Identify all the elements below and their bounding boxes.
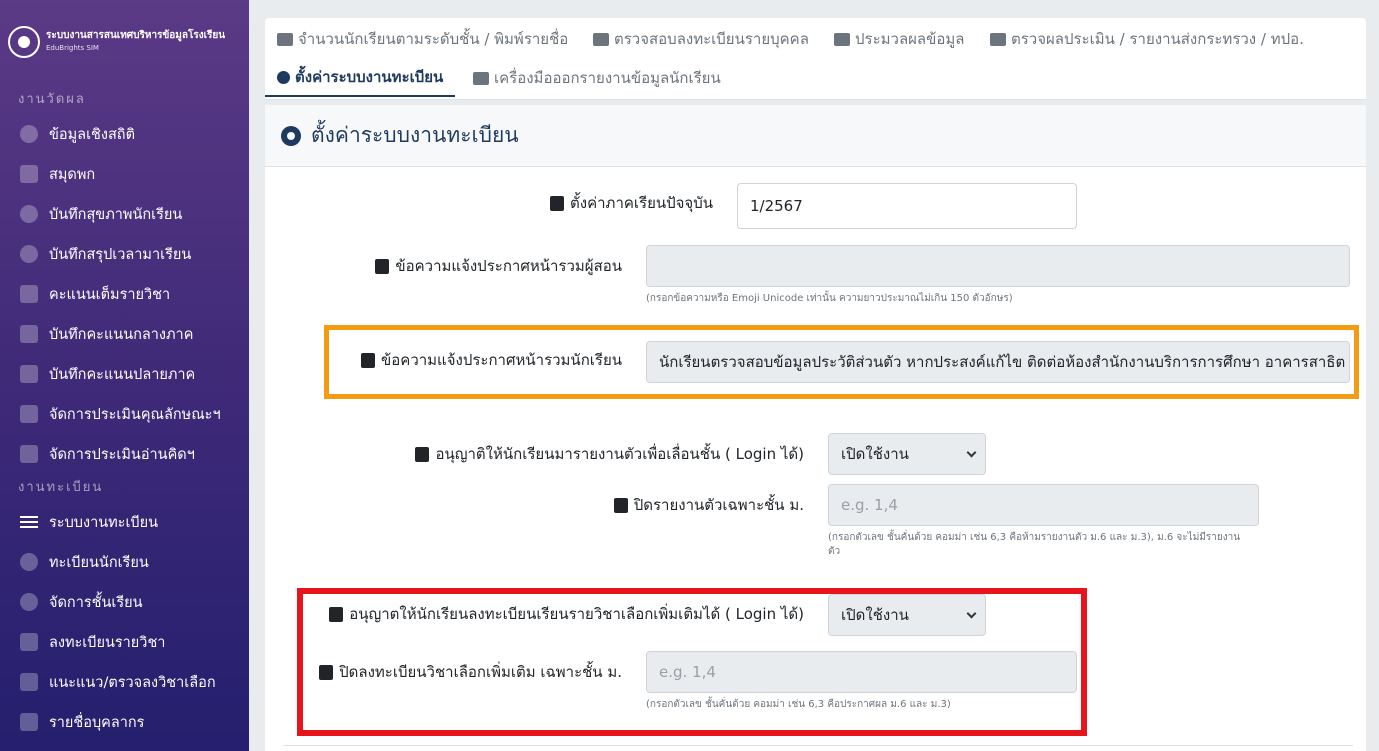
sidebar-item-label: จัดการชั้นเรียน — [49, 594, 143, 611]
teacher-announce-input[interactable] — [646, 245, 1350, 287]
teacher-announce-label: ข้อความแจ้งประกาศหน้ารวมผู้สอน — [300, 255, 622, 277]
tab-report-tools[interactable]: เครื่องมือออกรายงานข้อมูลนักเรียน — [473, 59, 721, 97]
semester-label: ตั้งค่าภาคเรียนปัจจุบัน — [480, 192, 713, 214]
sidebar-item-registration-system[interactable]: ระบบงานทะเบียน — [0, 502, 249, 542]
sidebar-item-health[interactable]: บันทึกสุขภาพนักเรียน — [0, 194, 249, 234]
id-card-icon — [593, 32, 609, 46]
tab-student-count[interactable]: จำนวนนักเรียนตามระดับชั้น / พิมพ์รายชื่อ — [277, 20, 568, 58]
brand[interactable]: ระบบงานสารสนเทศบริหารข้อมูลโรงเรียน EduB… — [0, 0, 249, 84]
tab-process-data[interactable]: ประมวลผลข้อมูล — [834, 20, 964, 58]
sidebar-item-characteristics[interactable]: จัดการประเมินคุณลักษณะฯ — [0, 394, 249, 434]
file-icon — [415, 446, 430, 462]
sidebar-item-midterm[interactable]: บันทึกคะแนนกลางภาค — [0, 314, 249, 354]
atom-logo-icon — [8, 26, 40, 58]
highlight-box-red — [297, 588, 1087, 736]
pie-chart-icon — [20, 125, 38, 143]
users-icon — [277, 32, 293, 46]
tab-assessment-report[interactable]: ตรวจผลประเมิน / รายงานส่งกระทรวง / ทปอ. — [990, 20, 1304, 58]
panel-header: ตั้งค่าระบบงานทะเบียน — [265, 105, 1366, 167]
tab-bar: จำนวนนักเรียนตามระดับชั้น / พิมพ์รายชื่อ… — [265, 18, 1366, 100]
brand-title: ระบบงานสารสนเทศบริหารข้อมูลโรงเรียน — [46, 30, 226, 41]
tab-label: ตรวจสอบลงทะเบียนรายบุคคล — [614, 30, 809, 48]
megaphone-icon — [375, 258, 390, 274]
book-icon — [20, 365, 38, 383]
tab-label: ตั้งค่าระบบงานทะเบียน — [295, 68, 444, 86]
shield-icon — [20, 205, 38, 223]
sidebar-item-reading[interactable]: จัดการประเมินอ่านคิดฯ — [0, 434, 249, 474]
calendar-icon — [550, 195, 565, 211]
sidebar-item-label: จัดการประเมินคุณลักษณะฯ — [49, 406, 221, 423]
shield-icon — [20, 245, 38, 263]
sidebar-item-guidance[interactable]: แนะแนว/ตรวจลงวิชาเลือก — [0, 662, 249, 702]
page-title: ตั้งค่าระบบงานทะเบียน — [311, 123, 519, 147]
id-badge-icon — [20, 713, 38, 731]
tab-label: ประมวลผลข้อมูล — [855, 30, 965, 48]
checklist-icon — [20, 633, 38, 651]
brand-subtitle: EduBrights SIM — [46, 44, 99, 52]
sidebar-item-label: รายชื่อบุคลากร — [49, 714, 145, 731]
sidebar-item-full-score[interactable]: คะแนนเต็มรายวิชา — [0, 274, 249, 314]
teacher-announce-help: (กรอกข้อความหรือ Emoji Unicode เท่านั้น … — [646, 293, 1013, 304]
tab-label: จำนวนนักเรียนตามระดับชั้น / พิมพ์รายชื่อ — [298, 30, 569, 48]
book-icon — [20, 325, 38, 343]
sidebar-item-student-registry[interactable]: ทะเบียนนักเรียน — [0, 542, 249, 582]
sidebar-item-label: บันทึกคะแนนปลายภาค — [49, 366, 196, 383]
gear-icon — [277, 70, 290, 84]
tab-individual-check[interactable]: ตรวจสอบลงทะเบียนรายบุคคล — [593, 20, 809, 58]
sidebar: ระบบงานสารสนเทศบริหารข้อมูลโรงเรียน EduB… — [0, 0, 249, 751]
section-label-measurement: งานวัดผล — [18, 92, 86, 107]
face-icon — [20, 553, 38, 571]
sidebar-item-attendance[interactable]: บันทึกสรุปเวลามาเรียน — [0, 234, 249, 274]
sidebar-item-label: บันทึกสุขภาพนักเรียน — [49, 206, 183, 223]
sidebar-item-label: บันทึกสรุปเวลามาเรียน — [49, 246, 192, 263]
gear-icon — [281, 125, 301, 146]
sidebar-item-label: ระบบงานทะเบียน — [49, 514, 159, 531]
sidebar-item-label: แนะแนว/ตรวจลงวิชาเลือก — [49, 674, 216, 691]
sidebar-item-label: ข้อมูลเชิงสถิติ — [49, 126, 135, 143]
sidebar-item-label: ทะเบียนนักเรียน — [49, 554, 149, 571]
users-icon — [20, 593, 38, 611]
sidebar-item-label: คะแนนเต็มรายวิชา — [49, 286, 171, 303]
sidebar-item-final[interactable]: บันทึกคะแนนปลายภาค — [0, 354, 249, 394]
sidebar-item-classes[interactable]: จัดการชั้นเรียน — [0, 582, 249, 622]
calculator-icon — [834, 32, 850, 46]
edit-list-icon — [613, 497, 628, 513]
print-icon — [473, 71, 489, 85]
report-close-label: ปิดรายงานตัวเฉพาะชั้น ม. — [560, 494, 804, 516]
sidebar-item-course-registration[interactable]: ลงทะเบียนรายวิชา — [0, 622, 249, 662]
sidebar-item-label: บันทึกคะแนนกลางภาค — [49, 326, 194, 343]
divider — [283, 745, 1353, 746]
section-label-registration: งานทะเบียน — [18, 480, 104, 495]
book-icon — [20, 405, 38, 423]
list-icon — [20, 513, 38, 531]
highlight-box-orange — [324, 325, 1359, 399]
semester-input[interactable]: 1/2567 — [737, 183, 1077, 229]
tab-registration-settings[interactable]: ตั้งค่าระบบงานทะเบียน — [265, 59, 456, 97]
sidebar-item-label: จัดการประเมินอ่านคิดฯ — [49, 446, 195, 463]
sidebar-item-staff[interactable]: รายชื่อบุคลากร — [0, 702, 249, 742]
tab-label: เครื่องมือออกรายงานข้อมูลนักเรียน — [494, 69, 721, 87]
book-icon — [20, 445, 38, 463]
table-icon — [990, 32, 1006, 46]
star-icon — [20, 673, 38, 691]
sidebar-item-statistics[interactable]: ข้อมูลเชิงสถิติ — [0, 114, 249, 154]
tab-label: ตรวจผลประเมิน / รายงานส่งกระทรวง / ทปอ. — [1011, 30, 1304, 48]
report-close-input[interactable]: e.g. 1,4 — [828, 484, 1259, 526]
book-icon — [20, 165, 38, 183]
sidebar-item-label: สมุดพก — [49, 166, 96, 183]
report-allow-label: อนุญาติให้นักเรียนมารายงานตัวเพื่อเลื่อน… — [330, 443, 804, 465]
chevron-down-icon — [966, 447, 977, 457]
report-close-help: (กรอกตัวเลข ชั้นคั่นด้วย คอมม่า เช่น 6,3… — [828, 532, 1241, 557]
sidebar-item-label: ลงทะเบียนรายวิชา — [49, 634, 166, 651]
report-allow-select[interactable]: เปิดใช้งาน — [828, 433, 986, 475]
sidebar-item-report-book[interactable]: สมุดพก — [0, 154, 249, 194]
book-icon — [20, 285, 38, 303]
main-content: จำนวนนักเรียนตามระดับชั้น / พิมพ์รายชื่อ… — [265, 18, 1366, 100]
